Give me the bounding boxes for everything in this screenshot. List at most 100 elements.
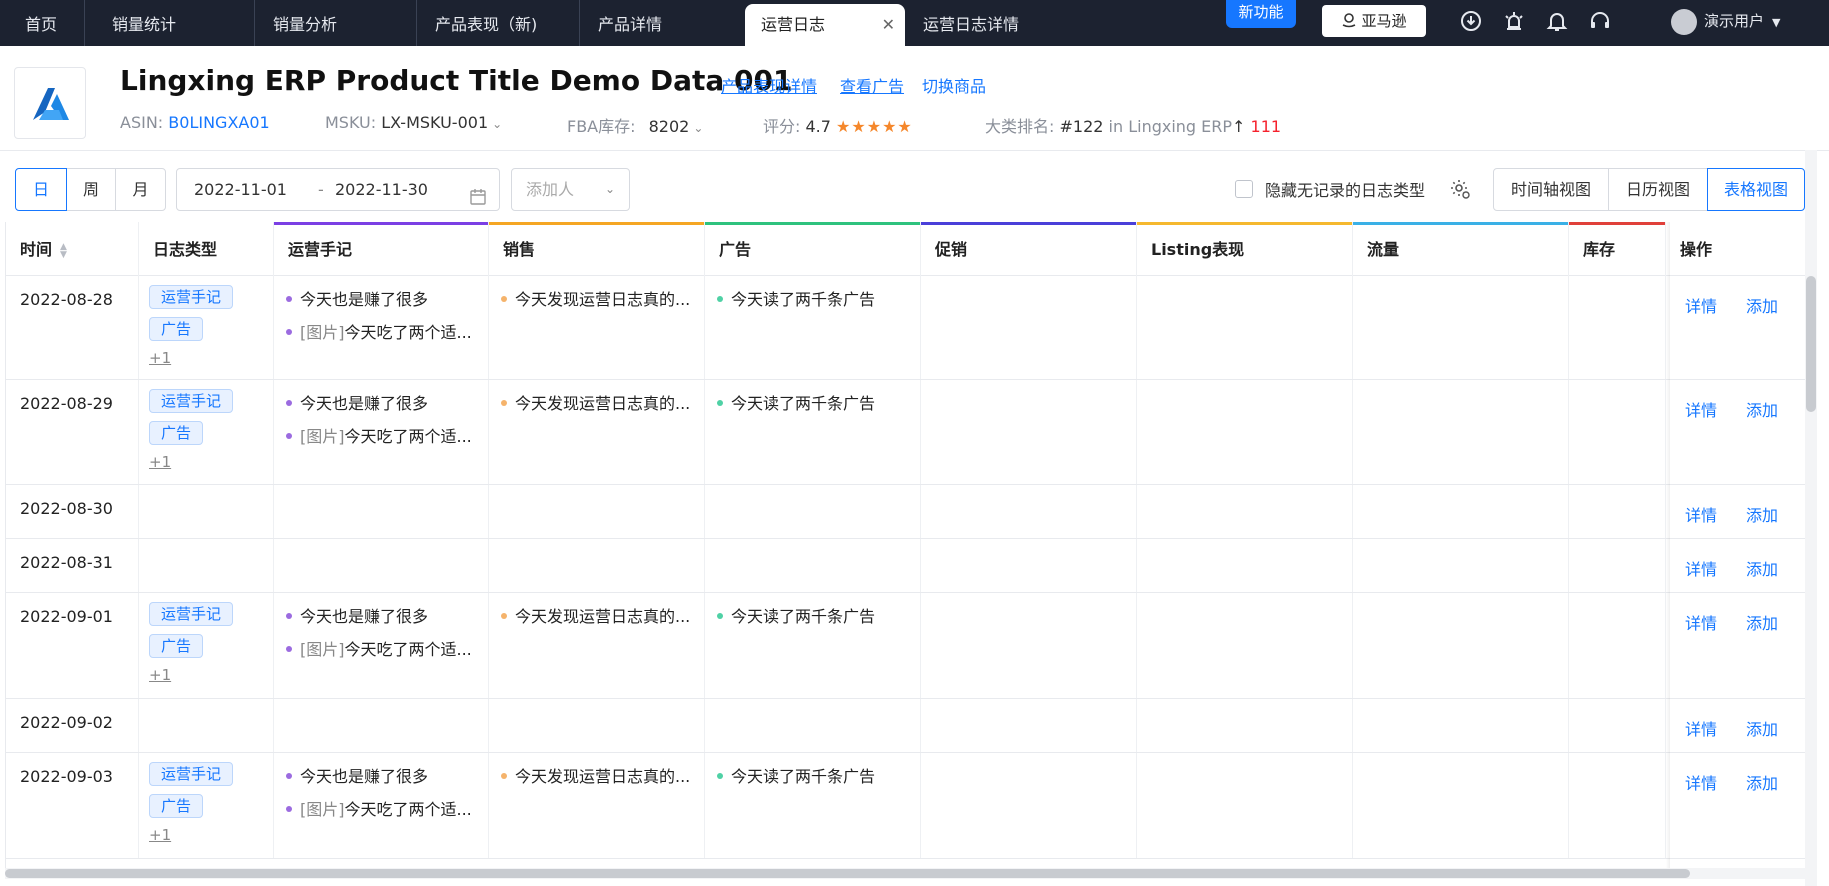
tab-operation-log[interactable]: 运营日志 ✕ <box>745 4 905 46</box>
note-item[interactable]: 今天也是赚了很多 <box>286 603 428 627</box>
detail-link[interactable]: 详情 <box>1685 716 1717 740</box>
user-menu[interactable]: 演示用户 ▼ <box>1671 6 1780 36</box>
bell-icon[interactable] <box>1545 9 1569 33</box>
download-icon[interactable] <box>1459 9 1483 33</box>
tab-product-performance[interactable]: 产品表现（新) <box>417 0 580 46</box>
hide-empty-label[interactable]: 隐藏无记录的日志类型 <box>1265 177 1425 201</box>
detail-link[interactable]: 详情 <box>1685 502 1717 526</box>
vertical-scrollbar[interactable] <box>1805 150 1817 886</box>
more-tags-link[interactable]: +1 <box>149 349 171 367</box>
asin-value[interactable]: B0LINGXA01 <box>168 113 269 132</box>
col-listing-cell <box>1137 485 1353 538</box>
col-listing-header: Listing表现 <box>1137 222 1353 276</box>
period-week-button[interactable]: 周 <box>66 168 116 211</box>
col-sales-cell: 今天发现运营日志真的... <box>489 593 705 698</box>
ads-item[interactable]: 今天读了两千条广告 <box>717 603 875 627</box>
vertical-scroll-thumb[interactable] <box>1806 276 1816 412</box>
more-tags-link[interactable]: +1 <box>149 826 171 844</box>
ads-item[interactable]: 今天读了两千条广告 <box>717 286 875 310</box>
col-listing-label: Listing表现 <box>1151 240 1245 259</box>
tab-operation-log-detail[interactable]: 运营日志详情 <box>905 0 1070 46</box>
sales-item[interactable]: 今天发现运营日志真的... <box>501 286 690 310</box>
note-text: 今天吃了两个适... <box>344 427 472 446</box>
more-tags-link[interactable]: +1 <box>149 453 171 471</box>
tab-home[interactable]: 首页 <box>0 0 85 46</box>
tab-sales-stats[interactable]: 销量统计 <box>85 0 255 46</box>
row-date: 2022-09-01 <box>20 607 113 626</box>
col-actions-cell: 详情 添加 <box>1666 380 1805 484</box>
date-end: 2022-11-30 <box>335 180 428 199</box>
new-feature-badge[interactable]: 新功能 <box>1226 0 1296 28</box>
tab-sales-analysis[interactable]: 销量分析 <box>255 0 417 46</box>
rank-change: 111 <box>1250 117 1282 136</box>
add-link[interactable]: 添加 <box>1746 716 1778 740</box>
product-performance-link[interactable]: 产品表现详情 <box>721 73 817 97</box>
col-notes-color-bar <box>274 222 488 225</box>
msku-meta[interactable]: MSKU: LX-MSKU-001 ⌄ <box>325 113 502 132</box>
col-traffic-cell <box>1353 753 1569 858</box>
note-item[interactable]: 今天也是赚了很多 <box>286 286 428 310</box>
sort-icon[interactable]: ▲ ▼ <box>60 242 67 259</box>
hide-empty-checkbox[interactable] <box>1235 180 1253 198</box>
table-row: 2022-08-28 运营手记 广告 +1 今天也是赚了很多 [图片]今天吃了两个适...… <box>6 276 1805 380</box>
rank-value: #122 <box>1059 117 1104 136</box>
sales-item[interactable]: 今天发现运营日志真的... <box>501 603 690 627</box>
sales-text: 今天发现运营日志真的... <box>515 607 691 626</box>
timeline-view-button[interactable]: 时间轴视图 <box>1493 168 1609 211</box>
col-ads-cell <box>705 699 921 752</box>
marketplace-button[interactable]: 亚马逊 <box>1322 5 1426 37</box>
headset-icon[interactable] <box>1588 9 1612 33</box>
add-link[interactable]: 添加 <box>1746 610 1778 634</box>
rating-meta: 评分: 4.7 ★★★★★ <box>763 113 913 137</box>
detail-link[interactable]: 详情 <box>1685 610 1717 634</box>
col-notes-cell: 今天也是赚了很多 [图片]今天吃了两个适... <box>274 380 489 484</box>
ads-item[interactable]: 今天读了两千条广告 <box>717 763 875 787</box>
calendar-view-button[interactable]: 日历视图 <box>1608 168 1708 211</box>
col-listing-color-bar <box>1137 222 1352 225</box>
msku-label: MSKU: <box>325 113 377 132</box>
detail-link[interactable]: 详情 <box>1685 293 1717 317</box>
table-row: 2022-09-01 运营手记 广告 +1 今天也是赚了很多 [图片]今天吃了两个适...… <box>6 593 1805 699</box>
note-item[interactable]: [图片]今天吃了两个适... <box>286 423 472 447</box>
settings-gear-icon[interactable] <box>1448 177 1472 201</box>
period-month-button[interactable]: 月 <box>115 168 166 211</box>
add-link[interactable]: 添加 <box>1746 556 1778 580</box>
col-time-header[interactable]: 时间 ▲ ▼ <box>6 222 139 276</box>
bullet-icon <box>501 295 507 302</box>
col-log-type-cell <box>139 699 274 752</box>
note-item[interactable]: 今天也是赚了很多 <box>286 390 428 414</box>
table-view-button[interactable]: 表格视图 <box>1707 168 1805 211</box>
note-item[interactable]: [图片]今天吃了两个适... <box>286 319 472 343</box>
col-inventory-cell <box>1569 593 1666 698</box>
row-date: 2022-08-30 <box>20 499 113 518</box>
add-link[interactable]: 添加 <box>1746 293 1778 317</box>
more-tags-link[interactable]: +1 <box>149 666 171 684</box>
date-range-picker[interactable]: 2022-11-01 - 2022-11-30 <box>176 168 500 211</box>
bug-icon[interactable] <box>1502 9 1526 33</box>
col-promo-cell <box>921 485 1137 538</box>
note-item[interactable]: [图片]今天吃了两个适... <box>286 636 472 660</box>
detail-link[interactable]: 详情 <box>1685 397 1717 421</box>
ads-item[interactable]: 今天读了两千条广告 <box>717 390 875 414</box>
detail-link[interactable]: 详情 <box>1685 556 1717 580</box>
col-time-label: 时间 <box>20 240 53 259</box>
tab-product-detail[interactable]: 产品详情 <box>580 0 745 46</box>
period-day-button[interactable]: 日 <box>15 168 67 211</box>
row-date: 2022-08-28 <box>20 290 113 309</box>
close-icon[interactable]: ✕ <box>882 4 895 46</box>
fba-meta[interactable]: FBA库存: 8202 ⌄ <box>567 113 703 137</box>
switch-product-link[interactable]: 切换商品 <box>922 73 986 97</box>
add-link[interactable]: 添加 <box>1746 770 1778 794</box>
adder-select[interactable]: 添加人 ⌄ <box>511 168 630 211</box>
col-sales-cell: 今天发现运营日志真的... <box>489 380 705 484</box>
col-notes-cell: 今天也是赚了很多 [图片]今天吃了两个适... <box>274 593 489 698</box>
add-link[interactable]: 添加 <box>1746 502 1778 526</box>
sales-item[interactable]: 今天发现运营日志真的... <box>501 390 690 414</box>
note-item[interactable]: 今天也是赚了很多 <box>286 763 428 787</box>
detail-link[interactable]: 详情 <box>1685 770 1717 794</box>
horizontal-scroll-thumb[interactable] <box>5 869 1690 878</box>
add-link[interactable]: 添加 <box>1746 397 1778 421</box>
view-ads-link[interactable]: 查看广告 <box>840 73 904 97</box>
sales-item[interactable]: 今天发现运营日志真的... <box>501 763 690 787</box>
note-item[interactable]: [图片]今天吃了两个适... <box>286 796 472 820</box>
